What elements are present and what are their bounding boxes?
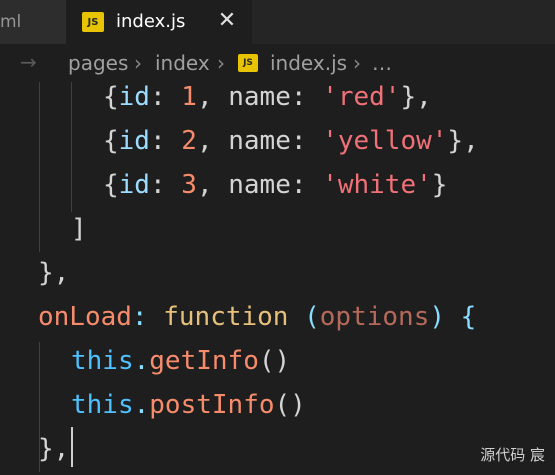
text-cursor bbox=[71, 427, 73, 467]
object-key: id bbox=[118, 126, 150, 156]
number-literal: 2 bbox=[181, 126, 197, 156]
code-line: }, bbox=[38, 251, 69, 295]
breadcrumb: → pages › index › JS index.js › … bbox=[0, 44, 555, 82]
chevron-right-icon: › bbox=[134, 51, 142, 75]
code-line: }, bbox=[38, 427, 69, 471]
string-literal: 'yellow' bbox=[322, 126, 448, 156]
code-line: {id: 3, name: 'white'} bbox=[103, 170, 448, 200]
object-key: id bbox=[118, 82, 150, 112]
tab-index-js[interactable]: JS index.js ✕ bbox=[66, 0, 252, 44]
code-line: onLoad: function (options) { bbox=[38, 302, 477, 332]
tab-previous-label: ml bbox=[0, 12, 22, 32]
code-line: this.getInfo() bbox=[71, 346, 291, 376]
this-keyword: this bbox=[71, 390, 134, 420]
indent-guide bbox=[39, 82, 40, 252]
javascript-file-icon: JS bbox=[82, 12, 104, 32]
number-literal: 3 bbox=[181, 170, 197, 200]
chevron-right-icon: › bbox=[217, 51, 225, 75]
breadcrumb-item-index-js[interactable]: index.js bbox=[270, 50, 347, 76]
code-line: {id: 2, name: 'yellow'}, bbox=[103, 126, 479, 156]
close-object: }, bbox=[38, 434, 70, 464]
indent-guide bbox=[71, 82, 72, 212]
tab-bar: ml JS index.js ✕ bbox=[0, 0, 555, 44]
parameter-name: options bbox=[319, 302, 430, 332]
watermark: 源代码 宸 bbox=[480, 446, 545, 464]
breadcrumb-item-pages[interactable]: pages bbox=[68, 50, 128, 76]
javascript-file-icon: JS bbox=[238, 54, 258, 72]
code-line: ] bbox=[71, 207, 87, 251]
tab-active-label: index.js bbox=[116, 11, 186, 32]
tab-previous-file[interactable]: ml bbox=[0, 0, 66, 44]
object-key: id bbox=[118, 170, 150, 200]
chevron-right-icon: › bbox=[353, 51, 361, 75]
breadcrumb-item-more[interactable]: … bbox=[372, 50, 392, 76]
string-literal: 'red' bbox=[322, 82, 401, 112]
this-keyword: this bbox=[71, 346, 134, 376]
string-literal: 'white' bbox=[322, 170, 432, 200]
method-name: onLoad bbox=[38, 302, 132, 332]
object-key: name bbox=[228, 82, 291, 112]
method-call: getInfo bbox=[149, 346, 259, 376]
function-keyword: function bbox=[163, 302, 289, 332]
method-call: postInfo bbox=[149, 390, 275, 420]
arrow-right-icon: → bbox=[20, 50, 37, 74]
code-line: {id: 1, name: 'red'}, bbox=[103, 82, 432, 112]
code-line: this.postInfo() bbox=[71, 390, 306, 420]
code-editor[interactable]: {id: 1, name: 'red'}, {id: 2, name: 'yel… bbox=[0, 82, 555, 475]
close-bracket: ] bbox=[71, 214, 87, 244]
object-key: name bbox=[228, 170, 291, 200]
number-literal: 1 bbox=[181, 82, 197, 112]
close-object: }, bbox=[38, 258, 70, 288]
close-icon[interactable]: ✕ bbox=[216, 10, 238, 32]
breadcrumb-item-index-folder[interactable]: index bbox=[155, 50, 210, 76]
object-key: name bbox=[228, 126, 291, 156]
